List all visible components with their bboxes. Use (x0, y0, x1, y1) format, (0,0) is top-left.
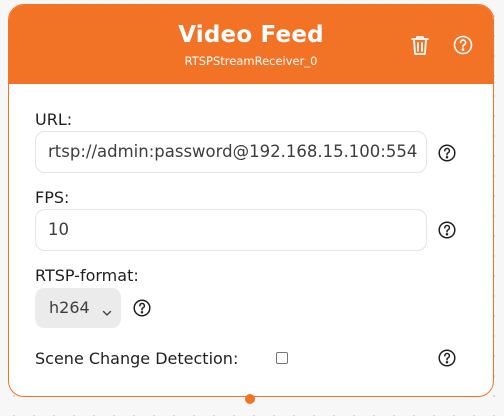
url-help-icon[interactable] (437, 143, 457, 163)
url-label: URL: (35, 110, 73, 129)
output-connection-handle[interactable] (245, 394, 255, 404)
rtsp-format-label: RTSP-format: (35, 266, 139, 285)
fps-help-icon[interactable] (437, 220, 457, 240)
rtsp-format-help-icon[interactable] (132, 298, 152, 318)
fps-input[interactable]: 10 (35, 209, 427, 251)
rtsp-format-selected: h264 (49, 298, 90, 317)
video-feed-node[interactable]: Video Feed RTSPStreamReceiver_0 URL: rts… (8, 4, 494, 397)
node-subtitle: RTSPStreamReceiver_0 (184, 54, 318, 68)
chevron-down-icon (102, 304, 112, 322)
fps-label: FPS: (35, 188, 70, 207)
rtsp-format-select[interactable]: h264 (35, 288, 121, 328)
node-header[interactable]: Video Feed RTSPStreamReceiver_0 (9, 5, 493, 84)
url-input[interactable]: rtsp://admin:password@192.168.15.100:554 (35, 131, 427, 173)
trash-icon[interactable] (409, 34, 431, 56)
scene-change-help-icon[interactable] (437, 348, 457, 368)
help-icon[interactable] (452, 34, 474, 56)
scene-change-label: Scene Change Detection: (35, 349, 239, 368)
scene-change-checkbox[interactable] (276, 352, 288, 364)
